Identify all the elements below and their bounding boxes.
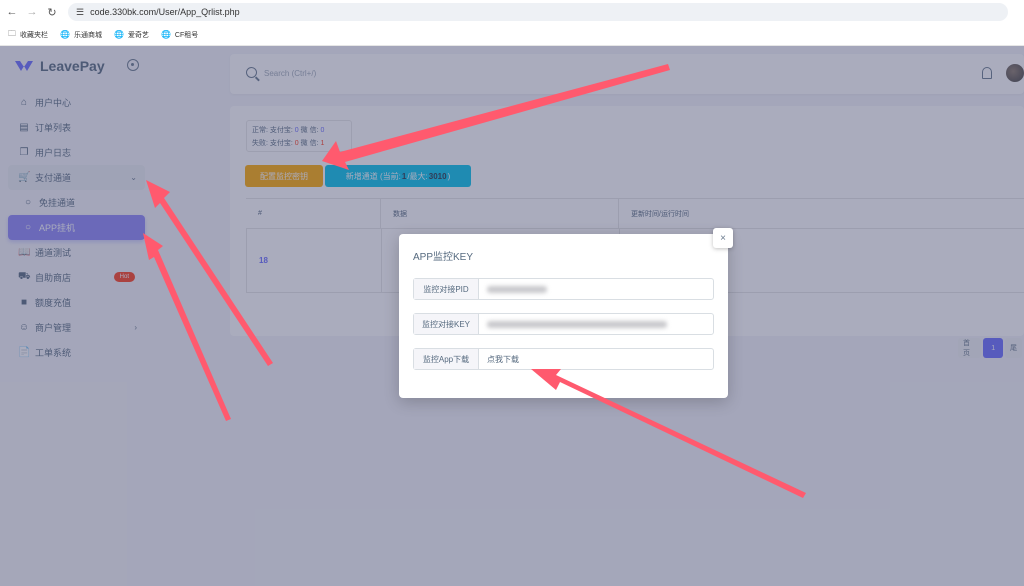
- download-link[interactable]: 点我下载: [479, 349, 713, 369]
- app-monitor-key-dialog: APP监控KEY × 监控对接PID 监控对接KEY 监控App下载 点我下载: [399, 228, 733, 398]
- folder-icon: 🗀: [8, 28, 16, 38]
- bookmark-favorites[interactable]: 🗀 收藏夹栏: [8, 28, 48, 42]
- monitor-app-download-field: 监控App下载 点我下载: [413, 348, 714, 370]
- bookmarks-bar: 🗀 收藏夹栏 🌐 乐通商城 🌐 爱奇艺 🌐 CF租号: [0, 24, 1024, 46]
- monitor-pid-input[interactable]: [479, 279, 713, 299]
- globe-icon: 🌐: [113, 30, 124, 39]
- monitor-key-label: 监控对接KEY: [414, 314, 479, 334]
- monitor-app-download-label: 监控App下载: [414, 349, 479, 369]
- reload-icon[interactable]: ↻: [44, 4, 60, 20]
- redacted-value: [487, 285, 547, 293]
- close-button[interactable]: ×: [713, 228, 733, 248]
- site-info-icon[interactable]: ☰: [76, 7, 84, 18]
- monitor-key-field: 监控对接KEY: [413, 313, 714, 335]
- browser-toolbar: ← → ↻ ☰ code.330bk.com/User/App_Qrlist.p…: [0, 0, 1024, 24]
- monitor-pid-field: 监控对接PID: [413, 278, 714, 300]
- bookmark-item[interactable]: 🌐 CF租号: [161, 30, 198, 40]
- globe-icon: 🌐: [160, 30, 171, 39]
- back-icon[interactable]: ←: [4, 4, 20, 20]
- bookmark-item[interactable]: 🌐 爱奇艺: [114, 30, 149, 40]
- forward-icon[interactable]: →: [24, 4, 40, 20]
- url-text: code.330bk.com/User/App_Qrlist.php: [90, 7, 240, 17]
- redacted-value: [487, 320, 667, 328]
- dialog-title: APP监控KEY: [413, 252, 474, 263]
- address-bar[interactable]: ☰ code.330bk.com/User/App_Qrlist.php: [68, 3, 1008, 21]
- monitor-key-input[interactable]: [479, 314, 713, 334]
- bookmark-item[interactable]: 🌐 乐通商城: [60, 30, 102, 40]
- monitor-pid-label: 监控对接PID: [414, 279, 479, 299]
- globe-icon: 🌐: [60, 30, 70, 39]
